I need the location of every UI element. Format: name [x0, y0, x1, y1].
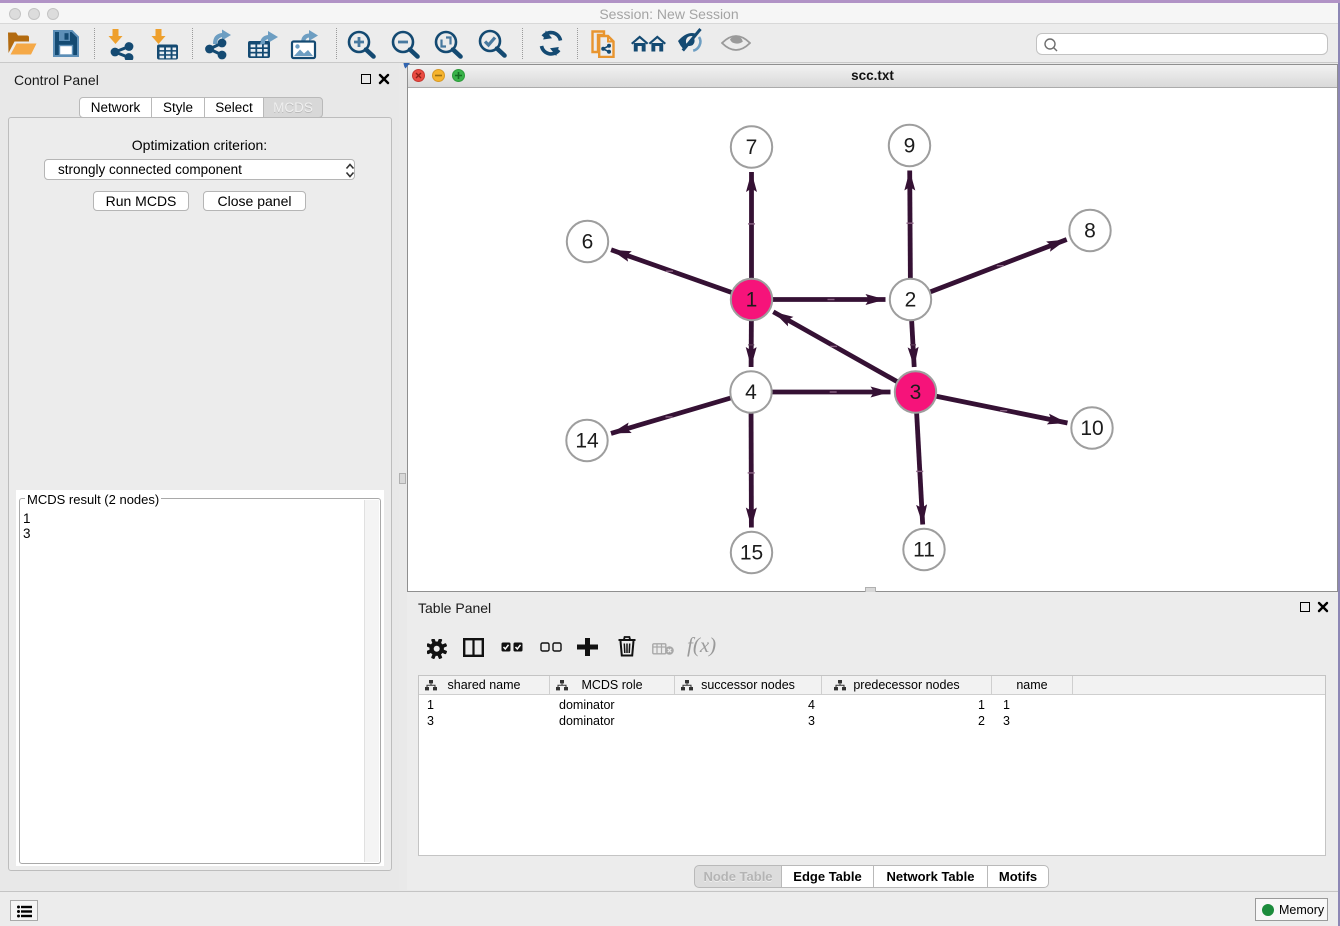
- svg-text:9: 9: [904, 135, 916, 158]
- svg-text:4: 4: [745, 381, 757, 404]
- svg-text:10: 10: [1080, 417, 1103, 440]
- svg-text:8: 8: [1084, 220, 1096, 243]
- svg-text:15: 15: [740, 542, 763, 565]
- svg-text:11: 11: [913, 539, 935, 562]
- svg-text:6: 6: [582, 231, 594, 254]
- svg-text:14: 14: [575, 430, 599, 453]
- svg-text:7: 7: [746, 136, 758, 159]
- svg-text:1: 1: [746, 289, 758, 312]
- svg-text:2: 2: [905, 289, 917, 312]
- svg-text:3: 3: [910, 381, 922, 404]
